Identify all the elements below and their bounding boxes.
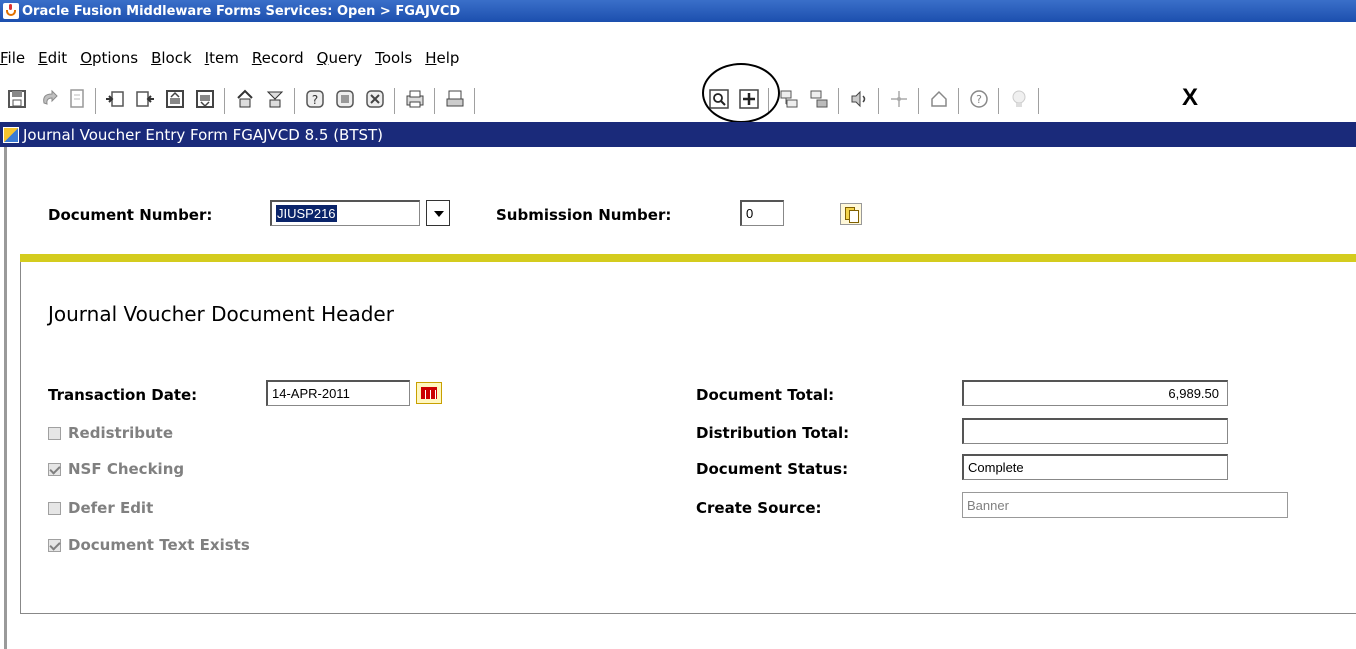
document-text-exists-checkbox[interactable]: Document Text Exists xyxy=(48,536,250,554)
redistribute-checkbox[interactable]: Redistribute xyxy=(48,424,173,442)
defer-edit-label: Defer Edit xyxy=(68,499,154,517)
document-text-exists-label: Document Text Exists xyxy=(68,536,250,554)
menubar: File Edit Options Block Item Record Quer… xyxy=(0,49,472,71)
menu-record[interactable]: Record xyxy=(252,49,304,71)
document-total-value: 6,989.50 xyxy=(1168,386,1219,401)
print-preview-icon[interactable] xyxy=(66,88,88,110)
save-icon[interactable] xyxy=(6,88,28,110)
print-icon[interactable] xyxy=(404,88,426,110)
create-source-label: Create Source: xyxy=(696,499,822,517)
svg-text:?: ? xyxy=(976,93,982,106)
menu-options[interactable]: Options xyxy=(80,49,138,71)
document-status-value: Complete xyxy=(968,460,1024,475)
document-status-label: Document Status: xyxy=(696,460,849,478)
distribution-total-field[interactable] xyxy=(962,418,1228,444)
defer-edit-checkbox[interactable]: Defer Edit xyxy=(48,499,153,517)
count-query-icon[interactable] xyxy=(778,88,800,110)
block-separator xyxy=(20,254,1356,262)
transaction-date-label: Transaction Date: xyxy=(48,386,198,404)
document-status-field[interactable]: Complete xyxy=(962,454,1228,480)
help-icon[interactable] xyxy=(928,88,950,110)
cancel-query-icon[interactable] xyxy=(364,88,386,110)
create-source-value: Banner xyxy=(967,497,1009,513)
toolbar: ? ? xyxy=(0,82,1356,116)
menu-file[interactable]: File xyxy=(0,49,25,71)
menu-tools[interactable]: Tools xyxy=(375,49,412,71)
window-titlebar: Oracle Fusion Middleware Forms Services:… xyxy=(0,0,1356,22)
duplicate-record-icon[interactable] xyxy=(194,88,216,110)
execute-query-icon[interactable] xyxy=(334,88,356,110)
defer-edit-box xyxy=(48,501,61,515)
document-copy-icon[interactable] xyxy=(840,203,862,225)
transaction-date-field[interactable]: 14-APR-2011 xyxy=(266,380,410,406)
rollback-icon[interactable] xyxy=(38,88,60,110)
document-total-field[interactable]: 6,989.50 xyxy=(962,380,1228,406)
insert-record-icon[interactable] xyxy=(104,88,126,110)
lock-record-icon[interactable] xyxy=(164,88,186,110)
distribution-total-label: Distribution Total: xyxy=(696,424,850,442)
document-number-dropdown-icon[interactable] xyxy=(426,200,450,226)
svg-text:?: ? xyxy=(312,93,318,107)
menu-block[interactable]: Block xyxy=(151,49,192,71)
lov-icon[interactable] xyxy=(888,88,910,110)
document-number-value: JIUSP216 xyxy=(276,205,337,222)
submission-number-value: 0 xyxy=(746,206,754,221)
previous-record-icon[interactable] xyxy=(848,88,870,110)
printer-icon[interactable] xyxy=(444,88,466,110)
window-title: Oracle Fusion Middleware Forms Services:… xyxy=(22,3,461,19)
menu-item[interactable]: Item xyxy=(205,49,239,71)
menu-help[interactable]: Help xyxy=(425,49,459,71)
highlight-circle xyxy=(702,63,780,123)
form-title: Journal Voucher Entry Form FGAJVCD 8.5 (… xyxy=(23,125,384,144)
redistribute-label: Redistribute xyxy=(68,424,173,442)
calendar-icon[interactable] xyxy=(416,382,442,404)
document-number-field[interactable]: JIUSP216 xyxy=(270,200,420,226)
document-number-label: Document Number: xyxy=(48,206,213,224)
document-total-label: Document Total: xyxy=(696,386,835,404)
document-header-heading: Journal Voucher Document Header xyxy=(48,302,394,326)
enter-query-icon[interactable]: ? xyxy=(304,88,326,110)
form-icon xyxy=(3,126,19,143)
exit-button[interactable]: X xyxy=(1182,84,1198,112)
form-border xyxy=(4,147,7,649)
next-block-icon[interactable] xyxy=(264,88,286,110)
java-icon xyxy=(3,3,19,19)
next-record-icon[interactable] xyxy=(808,88,830,110)
nsf-checking-checkbox[interactable]: NSF Checking xyxy=(48,460,184,478)
nsf-checking-label: NSF Checking xyxy=(68,460,185,478)
online-help-icon[interactable]: ? xyxy=(968,88,990,110)
nsf-checking-box xyxy=(48,462,61,476)
submission-number-label: Submission Number: xyxy=(496,206,672,224)
create-source-field[interactable]: Banner xyxy=(962,492,1288,518)
block-icon[interactable] xyxy=(234,88,256,110)
document-text-exists-box xyxy=(48,538,61,552)
form-titlebar: Journal Voucher Entry Form FGAJVCD 8.5 (… xyxy=(0,122,1356,147)
transaction-date-value: 14-APR-2011 xyxy=(272,386,350,401)
submission-number-field[interactable]: 0 xyxy=(740,200,784,226)
redistribute-box xyxy=(48,426,61,440)
remove-record-icon[interactable] xyxy=(134,88,156,110)
bulb-icon[interactable] xyxy=(1008,88,1030,110)
menu-query[interactable]: Query xyxy=(317,49,363,71)
menu-edit[interactable]: Edit xyxy=(38,49,67,71)
